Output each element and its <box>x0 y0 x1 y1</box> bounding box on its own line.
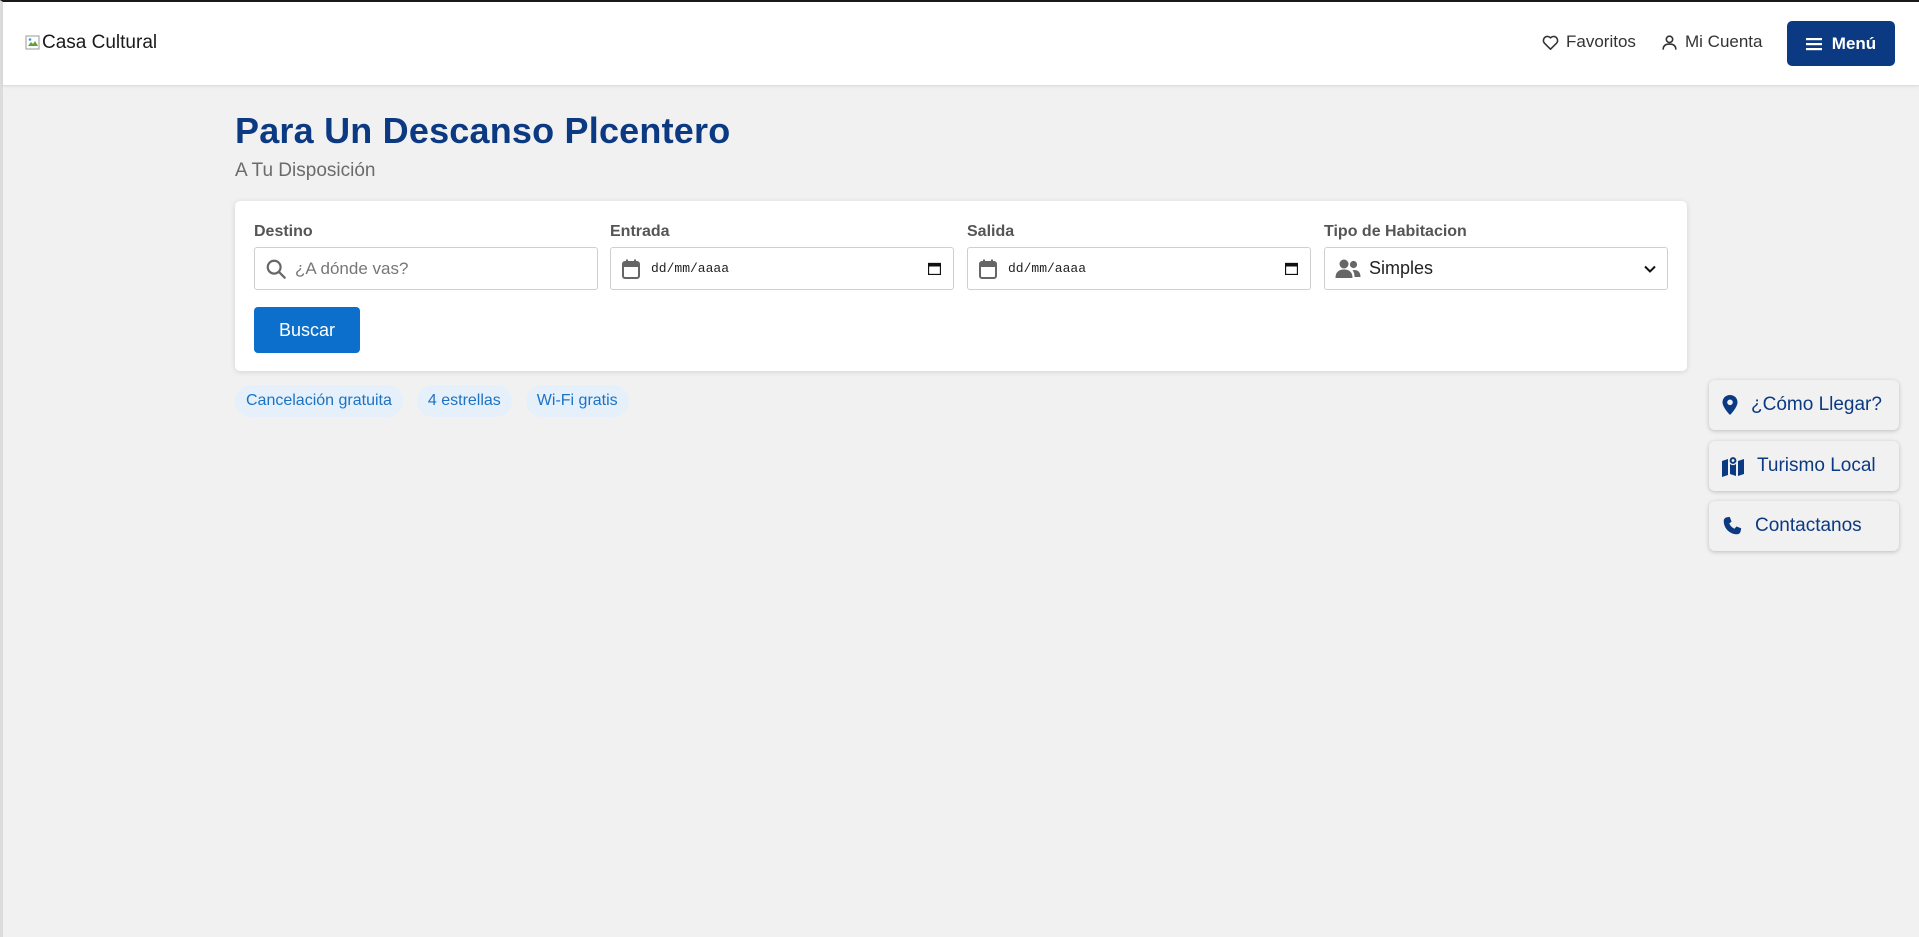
broken-image-icon <box>25 35 41 51</box>
checkin-label: Entrada <box>610 223 670 240</box>
directions-label: ¿Cómo Llegar? <box>1751 394 1882 415</box>
heart-icon <box>1542 35 1559 50</box>
contact-button[interactable]: Contactanos <box>1709 501 1899 551</box>
checkin-field: Entrada dd/mm/aaaa <box>610 221 954 290</box>
map-pin-icon <box>1722 395 1738 415</box>
top-header: Casa Cultural Favoritos Mi Cuenta Menú <box>3 2 1919 86</box>
room-type-field: Tipo de Habitacion Simples <box>1324 221 1668 290</box>
feature-tags: Cancelación gratuita 4 estrellas Wi-Fi g… <box>235 385 629 417</box>
search-icon <box>266 259 286 279</box>
menu-label: Menú <box>1831 33 1877 53</box>
calendar-icon <box>979 259 997 279</box>
date-picker-icon[interactable] <box>928 262 941 275</box>
logo-alt-text: Casa Cultural <box>42 32 158 53</box>
destination-label: Destino <box>254 223 313 240</box>
page-subtitle: A Tu Disposición <box>235 160 376 181</box>
hamburger-icon <box>1805 37 1822 50</box>
users-icon <box>1335 259 1361 278</box>
calendar-icon <box>622 259 640 279</box>
favorites-link[interactable]: Favoritos <box>1541 32 1636 52</box>
tag-four-stars[interactable]: 4 estrellas <box>416 385 512 417</box>
checkout-field: Salida dd/mm/aaaa <box>967 221 1311 290</box>
checkout-value: dd/mm/aaaa <box>1008 261 1087 276</box>
search-button[interactable]: Buscar <box>254 307 360 353</box>
menu-button[interactable]: Menú <box>1787 21 1895 66</box>
tourism-button[interactable]: Turismo Local <box>1709 441 1899 491</box>
chevron-down-icon <box>1644 265 1656 273</box>
tag-wifi[interactable]: Wi-Fi gratis <box>525 385 629 417</box>
account-label: Mi Cuenta <box>1685 32 1763 51</box>
directions-button[interactable]: ¿Cómo Llegar? <box>1709 380 1899 430</box>
tourism-label: Turismo Local <box>1757 455 1876 476</box>
tag-free-cancellation[interactable]: Cancelación gratuita <box>235 385 403 417</box>
destination-field: Destino <box>254 221 598 290</box>
checkin-input[interactable]: dd/mm/aaaa <box>610 247 954 290</box>
room-type-label: Tipo de Habitacion <box>1324 223 1467 240</box>
favorites-label: Favoritos <box>1566 32 1636 51</box>
date-picker-icon[interactable] <box>1285 262 1298 275</box>
logo[interactable]: Casa Cultural <box>25 32 157 54</box>
room-type-value: Simples <box>1369 258 1434 278</box>
room-type-select[interactable]: Simples <box>1324 247 1668 290</box>
map-icon <box>1722 455 1744 477</box>
contact-label: Contactanos <box>1755 515 1862 536</box>
destination-input[interactable] <box>295 258 575 279</box>
account-link[interactable]: Mi Cuenta <box>1660 32 1762 52</box>
destination-input-box[interactable] <box>254 247 598 290</box>
user-icon <box>1662 34 1677 50</box>
phone-icon <box>1723 516 1742 535</box>
checkout-input[interactable]: dd/mm/aaaa <box>967 247 1311 290</box>
search-form: Destino Entrada dd/mm/aaaa Sali <box>235 201 1687 371</box>
checkin-value: dd/mm/aaaa <box>651 261 730 276</box>
checkout-label: Salida <box>967 223 1015 240</box>
page-title: Para Un Descanso Plcentero <box>235 110 731 151</box>
